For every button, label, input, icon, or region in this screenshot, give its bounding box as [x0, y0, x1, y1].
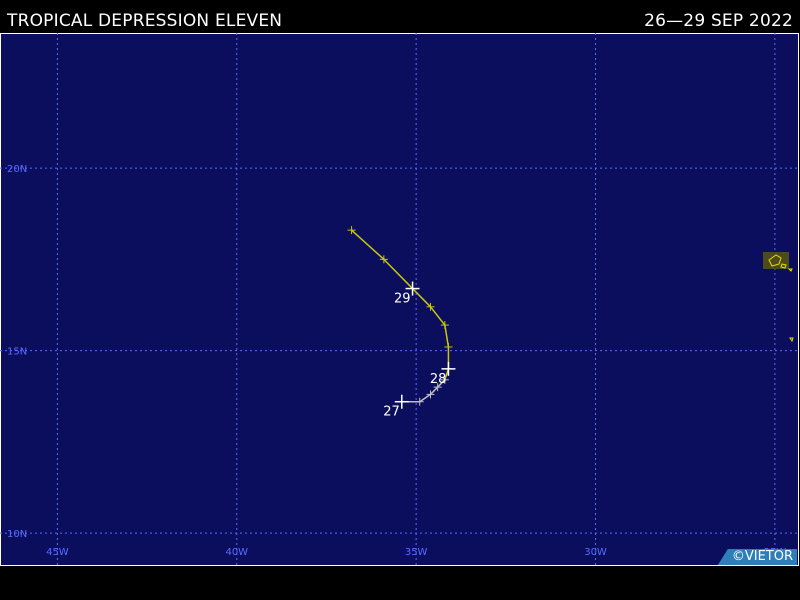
longitude-label: 45W: [46, 547, 69, 558]
storm-track-map: 20N15N10N45W40W35W30W25W 272829: [0, 33, 800, 566]
storm-title: TROPICAL DEPRESSION ELEVEN: [7, 11, 283, 31]
copyright-credit: ©VIETOR: [717, 549, 797, 565]
day-label: 29: [394, 292, 411, 307]
longitude-label: 35W: [405, 547, 428, 558]
tracking-map-page: TROPICAL DEPRESSION ELEVEN 26—29 SEP 202…: [0, 0, 800, 600]
latitude-label: 15N: [7, 347, 27, 358]
latitude-label: 10N: [7, 529, 27, 540]
latitude-label: 20N: [7, 164, 27, 175]
day-label: 27: [383, 405, 400, 420]
day-label: 28: [430, 372, 447, 387]
longitude-label: 30W: [584, 547, 607, 558]
longitude-label: 40W: [225, 547, 248, 558]
date-range: 26—29 SEP 2022: [644, 11, 793, 31]
